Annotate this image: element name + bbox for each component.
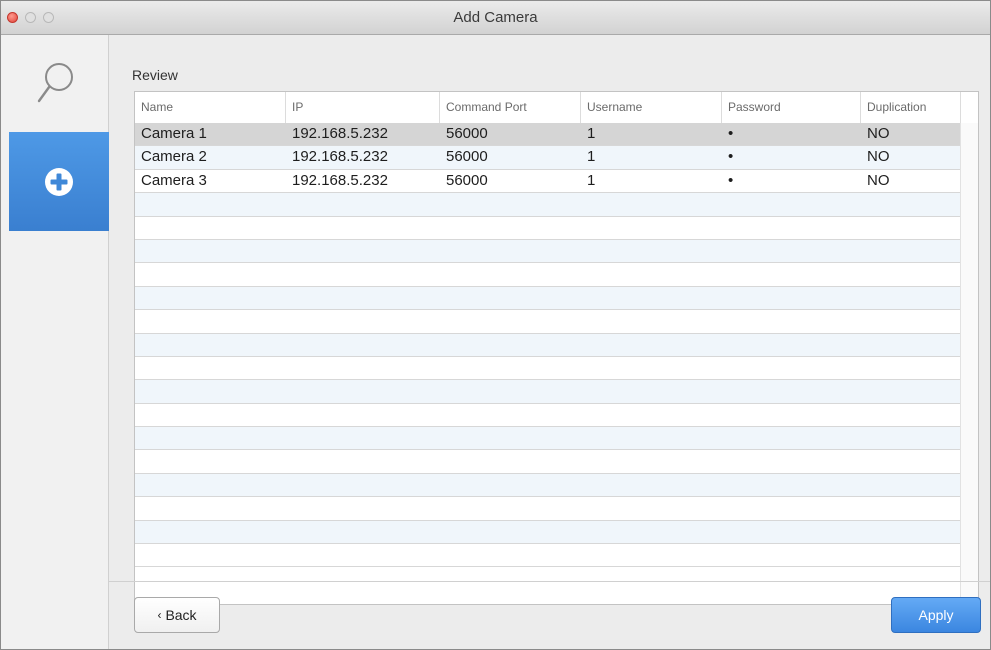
cell-ip: 192.168.5.232 bbox=[292, 125, 388, 142]
empty-table-row bbox=[135, 520, 961, 545]
title-bar: Add Camera bbox=[1, 1, 990, 35]
window-title: Add Camera bbox=[453, 9, 538, 26]
empty-table-row bbox=[135, 286, 961, 311]
cell-password: • bbox=[728, 171, 734, 189]
review-heading: Review bbox=[132, 67, 178, 83]
search-icon bbox=[37, 63, 73, 103]
cell-ip: 192.168.5.232 bbox=[292, 148, 388, 166]
empty-table-row bbox=[135, 427, 961, 451]
cell-username: 1 bbox=[587, 148, 596, 166]
empty-table-row bbox=[135, 403, 961, 428]
column-header-username[interactable]: Username bbox=[581, 92, 722, 123]
empty-table-row bbox=[135, 263, 961, 287]
plus-circle-icon bbox=[45, 167, 73, 196]
cell-name: Camera 3 bbox=[141, 171, 207, 189]
back-button-label: Back bbox=[165, 607, 197, 623]
cell-username: 1 bbox=[587, 171, 596, 189]
cell-name: Camera 1 bbox=[141, 125, 207, 142]
empty-table-row bbox=[135, 544, 961, 568]
empty-table-row bbox=[135, 239, 961, 264]
cell-duplication: NO bbox=[867, 125, 890, 142]
empty-table-row bbox=[135, 450, 961, 474]
table-body: Camera 1 192.168.5.232 56000 1 • NO Came… bbox=[135, 123, 961, 568]
column-header-password[interactable]: Password bbox=[722, 92, 861, 123]
empty-table-row bbox=[135, 333, 961, 357]
apply-button-label: Apply bbox=[918, 607, 954, 623]
review-table: Name IP Command Port Username Password D… bbox=[134, 91, 979, 605]
table-vertical-scrollbar[interactable] bbox=[960, 123, 978, 604]
table-row[interactable]: Camera 1 192.168.5.232 56000 1 • NO bbox=[135, 123, 961, 147]
table-row[interactable]: Camera 3 192.168.5.232 56000 1 • NO bbox=[135, 169, 961, 194]
empty-table-row bbox=[135, 356, 961, 381]
cell-command-port: 56000 bbox=[446, 148, 488, 166]
cell-password: • bbox=[728, 125, 734, 142]
empty-table-row bbox=[135, 380, 961, 404]
cell-command-port: 56000 bbox=[446, 171, 488, 189]
cell-command-port: 56000 bbox=[446, 125, 488, 142]
empty-table-row bbox=[135, 193, 961, 217]
add-camera-window: Add Camera Review Name IP Command Port U… bbox=[0, 0, 991, 650]
sidebar-item-search[interactable] bbox=[1, 35, 109, 131]
cell-duplication: NO bbox=[867, 148, 890, 166]
empty-table-row bbox=[135, 216, 961, 240]
cell-username: 1 bbox=[587, 125, 596, 142]
cell-duplication: NO bbox=[867, 171, 890, 189]
empty-table-row bbox=[135, 310, 961, 334]
empty-table-row bbox=[135, 473, 961, 498]
chevron-left-icon: ‹ bbox=[157, 608, 162, 622]
back-button[interactable]: ‹ Back bbox=[134, 597, 220, 633]
empty-table-row bbox=[135, 497, 961, 521]
column-header-command-port[interactable]: Command Port bbox=[440, 92, 581, 123]
column-header-duplication[interactable]: Duplication bbox=[861, 92, 961, 123]
main-content: Review Name IP Command Port Username Pas… bbox=[109, 35, 990, 649]
apply-button[interactable]: Apply bbox=[891, 597, 981, 633]
footer-divider bbox=[109, 581, 990, 582]
sidebar-item-add[interactable] bbox=[9, 132, 109, 231]
column-header-ip[interactable]: IP bbox=[286, 92, 440, 123]
sidebar bbox=[1, 35, 109, 649]
column-header-name[interactable]: Name bbox=[135, 92, 286, 123]
cell-password: • bbox=[728, 148, 734, 166]
table-row[interactable]: Camera 2 192.168.5.232 56000 1 • NO bbox=[135, 146, 961, 170]
cell-ip: 192.168.5.232 bbox=[292, 171, 388, 189]
table-header: Name IP Command Port Username Password D… bbox=[135, 92, 978, 124]
cell-name: Camera 2 bbox=[141, 148, 207, 166]
